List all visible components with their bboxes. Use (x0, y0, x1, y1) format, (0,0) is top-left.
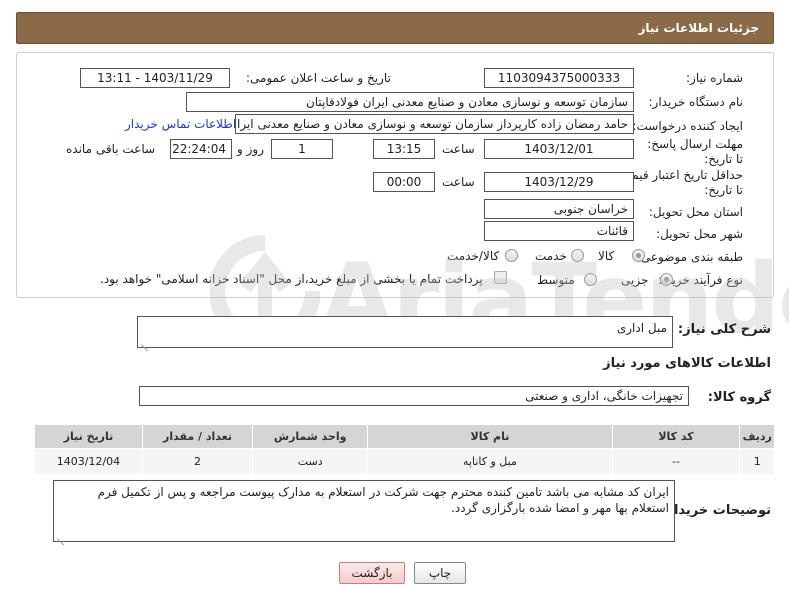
category-goods-service-label: کالا/خدمت (447, 249, 500, 263)
need-number-field: 1103094375000333 (484, 68, 634, 88)
col-row: ردیف (739, 424, 775, 449)
need-number-label: شماره نیاز: (686, 71, 743, 85)
remaining-time-label: ساعت باقی مانده (66, 142, 156, 156)
province-label: استان محل تحویل: (648, 205, 743, 219)
purchase-minor-radio[interactable] (660, 273, 673, 286)
category-service-label: خدمت (535, 249, 567, 263)
validity-time-label: ساعت (442, 175, 475, 189)
validity-time-field: 00:00 (373, 172, 435, 192)
buyer-contact-link[interactable]: اطلاعات تماس خریدار (125, 117, 236, 131)
print-button[interactable]: چاپ (414, 562, 466, 584)
cell-quantity: 2 (141, 448, 254, 475)
col-quantity: تعداد / مقدار (141, 424, 254, 449)
goods-section-title: اطلاعات کالاهای مورد نیاز (603, 356, 771, 371)
reply-date-field: 1403/12/01 (484, 139, 634, 159)
validity-date-field: 1403/12/29 (484, 172, 634, 192)
remaining-days-field: 1 (271, 139, 333, 159)
page-title-bar: جزئیات اطلاعات نیاز (16, 12, 774, 44)
purchase-medium-radio[interactable] (584, 273, 597, 286)
goods-table: ردیف کد کالا نام کالا واحد شمارش تعداد /… (34, 424, 775, 475)
goods-table-header: ردیف کد کالا نام کالا واحد شمارش تعداد /… (34, 424, 775, 449)
need-description-textarea: مبل اداری (137, 316, 673, 348)
table-row: 1 -- مبل و کاناپه دست 2 1403/12/04 (34, 448, 775, 475)
cell-code: -- (611, 448, 741, 475)
col-need-date: تاریخ نیاز (34, 424, 143, 449)
treasury-payment-checkbox[interactable] (494, 271, 507, 284)
announce-datetime-field: 1403/11/29 - 13:11 (80, 68, 230, 88)
buyer-org-label: نام دستگاه خریدار: (648, 95, 744, 109)
resize-grip-icon[interactable] (57, 531, 65, 539)
page-title: جزئیات اطلاعات نیاز (638, 21, 759, 35)
col-code: کد کالا (611, 424, 741, 449)
purchase-medium-label: متوسط (537, 273, 575, 287)
reply-time-field: 13:15 (373, 139, 435, 159)
goods-group-label: گروه کالا: (707, 390, 771, 405)
category-service-radio[interactable] (571, 249, 584, 262)
category-goods-service-radio[interactable] (505, 249, 518, 262)
need-description-value: مبل اداری (616, 321, 667, 335)
reply-time-label: ساعت (442, 142, 475, 156)
days-label: روز و (237, 142, 264, 156)
need-description-label: شرح کلی نیاز: (677, 322, 771, 337)
creator-field: حامد رمضان زاده کارپرداز سازمان توسعه و … (235, 114, 634, 134)
back-button[interactable]: بازگشت (339, 562, 405, 584)
col-name: نام کالا (367, 424, 613, 449)
buyer-notes-label: توضیحات خریدار: (661, 503, 771, 518)
cell-row: 1 (739, 448, 775, 475)
city-label: شهر محل تحویل: (656, 227, 743, 241)
category-goods-label: کالا (598, 249, 615, 263)
province-field: خراسان جنوبی (484, 199, 634, 219)
goods-group-field: تجهیزات خانگی، اداری و صنعتی (139, 386, 689, 406)
city-field: قائنات (484, 221, 634, 241)
remaining-time-field: 22:24:04 (170, 139, 232, 159)
col-unit: واحد شمارش (252, 424, 369, 449)
buyer-notes-textarea: ایران کد مشابه می باشد تامین کننده محترم… (53, 480, 675, 542)
reply-deadline-label: مهلت ارسال پاسخ: تا تاریخ: (647, 137, 743, 166)
buyer-org-field: سازمان توسعه و نوسازی معادن و صنایع معدن… (186, 92, 634, 112)
purchase-minor-label: جزیی (621, 273, 649, 287)
category-label: طبقه بندی موضوعی: (636, 250, 743, 264)
cell-need-date: 1403/12/04 (34, 448, 143, 475)
cell-unit: دست (252, 448, 369, 475)
treasury-payment-note: پرداخت تمام یا بخشی از مبلغ خرید،از محل … (100, 272, 483, 286)
announce-label: تاریخ و ساعت اعلان عمومی: (246, 71, 391, 85)
resize-grip-icon[interactable] (141, 337, 149, 345)
buyer-notes-value: ایران کد مشابه می باشد تامین کننده محترم… (97, 485, 669, 515)
creator-label: ایجاد کننده درخواست: (632, 119, 743, 133)
cell-name: مبل و کاناپه (367, 448, 613, 475)
category-goods-radio[interactable] (632, 249, 645, 262)
